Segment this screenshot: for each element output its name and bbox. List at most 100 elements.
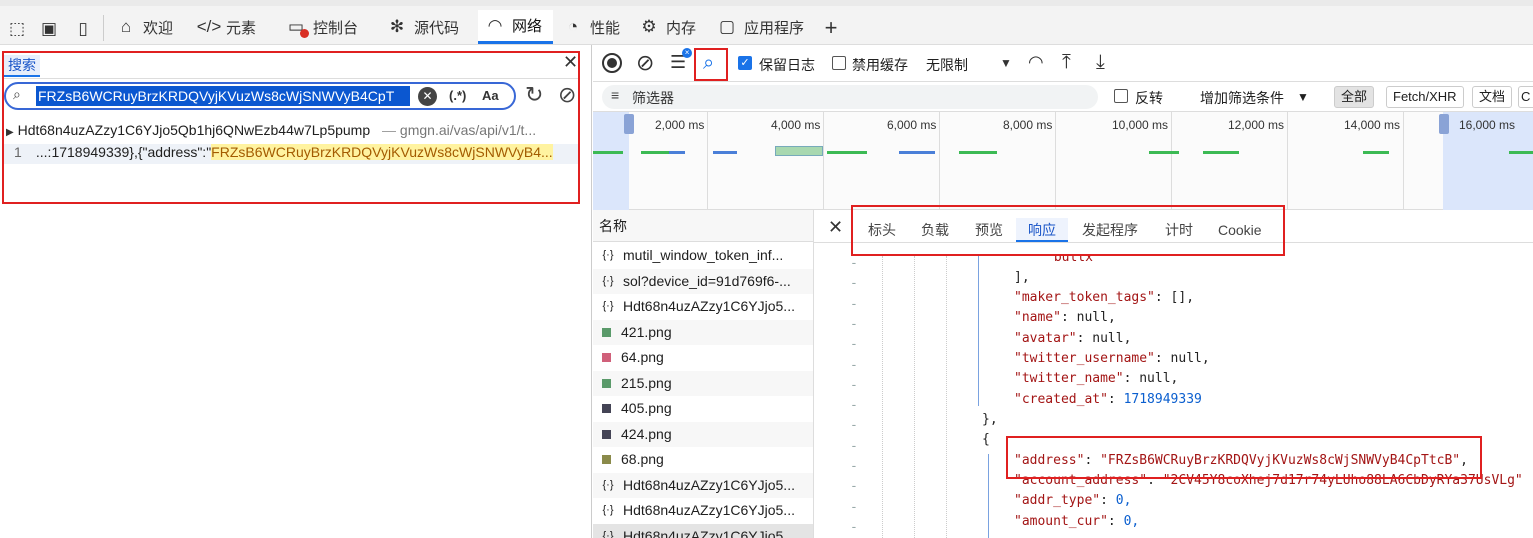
regex-toggle[interactable]: (.*) — [449, 88, 466, 103]
timeline-label: 2,000 ms — [655, 118, 705, 132]
request-row[interactable]: {·} Hdt68n4uzAZzy1C6YJjo5... — [593, 472, 813, 498]
tab-cookie[interactable]: Cookie — [1218, 218, 1262, 242]
tab-preview[interactable]: 预览 — [975, 218, 1003, 242]
type-filter-all[interactable]: 全部 — [1334, 86, 1375, 108]
clear-search-icon[interactable]: ✕ — [418, 87, 437, 106]
request-row[interactable]: 215.png — [593, 370, 813, 396]
timeline-bar — [899, 151, 935, 154]
throttle-select[interactable]: 无限制 — [926, 55, 968, 75]
timeline-handle-right[interactable] — [1439, 114, 1449, 134]
request-row[interactable]: 64.png — [593, 345, 813, 371]
network-overview-timeline[interactable]: 2,000 ms 4,000 ms 6,000 ms 8,000 ms 10,0… — [593, 112, 1533, 210]
clear-results-icon[interactable]: ⊘ — [558, 82, 576, 108]
timeline-handle-left[interactable] — [624, 114, 634, 134]
diff-marker: - — [850, 377, 858, 393]
tab-sources[interactable]: ✻ 源代码 — [386, 10, 459, 44]
disable-cache-checkbox[interactable] — [832, 56, 846, 70]
diff-marker: - — [850, 256, 858, 271]
wifi-icon: ◠ — [487, 15, 503, 35]
network-search-icon[interactable]: ⌕ — [703, 52, 714, 75]
timeline-label: 14,000 ms — [1344, 118, 1401, 132]
image-icon — [602, 378, 611, 388]
close-search-icon[interactable]: ✕ — [563, 52, 578, 73]
type-filter-fetch-xhr[interactable]: Fetch/XHR — [1386, 86, 1464, 108]
tab-response[interactable]: 响应 — [1016, 218, 1068, 242]
preserve-log-checkbox[interactable]: ✓ — [738, 56, 752, 70]
add-tab-icon[interactable]: + — [820, 15, 842, 40]
xhr-icon: {·} — [602, 300, 614, 313]
tab-initiator[interactable]: 发起程序 — [1082, 218, 1138, 242]
device-emulation-icon[interactable]: ▣ — [38, 18, 60, 40]
inspect-icon[interactable]: ⬚ — [6, 18, 28, 40]
import-har-icon[interactable]: ⤒ — [1062, 51, 1071, 74]
json-line: { — [982, 432, 990, 447]
refresh-search-icon[interactable]: ↻ — [525, 82, 543, 108]
diff-marker: - — [850, 296, 858, 312]
timeline-label: 10,000 ms — [1112, 118, 1169, 132]
diff-marker: - — [850, 519, 858, 535]
filter-toggle-icon[interactable]: ☰ × — [670, 48, 693, 73]
more-filters-chevron-icon[interactable]: ▼ — [1297, 90, 1309, 104]
request-row[interactable]: 424.png — [593, 421, 813, 447]
more-filters-dropdown[interactable]: 增加筛选条件 — [1200, 88, 1284, 108]
request-name: 424.png — [621, 425, 672, 442]
filter-icon: ≡ — [611, 87, 620, 103]
json-line: "maker_token_tags": [], — [1014, 290, 1195, 305]
throttle-dropdown-icon[interactable]: ▼ — [1000, 56, 1012, 70]
tab-welcome[interactable]: ⌂ 欢迎 — [115, 10, 173, 44]
type-filter-doc[interactable]: 文档 — [1472, 86, 1513, 108]
request-row[interactable]: {·} Hdt68n4uzAZzy1C6YJjo5... — [593, 523, 813, 538]
filter-input[interactable] — [602, 85, 1098, 109]
name-column-header[interactable]: 名称 — [593, 210, 813, 242]
image-icon — [602, 455, 611, 465]
tab-console[interactable]: ▭ 控制台 — [285, 10, 358, 44]
search-query-text[interactable]: FRZsB6WCRuyBrzKRDQVyjKVuzWs8cWjSNWVyB4Cp… — [36, 86, 410, 106]
panel-splitter[interactable] — [591, 45, 592, 538]
tab-payload[interactable]: 负载 — [921, 218, 949, 242]
tab-elements[interactable]: </> 元素 — [196, 10, 256, 44]
tab-performance[interactable]: ◔ 性能 — [562, 10, 620, 44]
network-conditions-icon[interactable]: ◠ — [1028, 52, 1044, 73]
timeline-bar — [1149, 151, 1179, 154]
search-tab[interactable]: 搜索 — [4, 55, 40, 77]
request-row[interactable]: {·} mutil_window_token_inf... — [593, 243, 813, 269]
request-name: 64.png — [621, 349, 664, 366]
close-details-icon[interactable]: ✕ — [828, 217, 843, 238]
search-result-file[interactable]: ▶ Hdt68n4uzAZzy1C6YJjo5Qb1hj6QNwEzb44w7L… — [6, 122, 576, 138]
clear-log-icon[interactable]: ⊘ — [636, 50, 654, 76]
json-line: ], — [1014, 270, 1030, 285]
timeline-bar — [669, 151, 685, 154]
xhr-icon: {·} — [602, 478, 614, 491]
record-button[interactable] — [602, 53, 622, 73]
request-row[interactable]: 405.png — [593, 396, 813, 422]
diff-marker: - — [850, 357, 858, 373]
json-line: "created_at": 1718949339 — [1014, 392, 1202, 407]
request-row[interactable]: 421.png — [593, 319, 813, 345]
tab-divider — [103, 15, 104, 41]
image-icon — [602, 429, 611, 439]
timeline-label: 4,000 ms — [771, 118, 821, 132]
response-body[interactable]: - - - - - - - - - - - - - - "bullx" ], "maker_token_t… — [814, 256, 1533, 538]
request-row[interactable]: {·} Hdt68n4uzAZzy1C6YJjo5... — [593, 294, 813, 320]
request-row[interactable]: {·} Hdt68n4uzAZzy1C6YJjo5... — [593, 498, 813, 524]
tab-application[interactable]: ▢ 应用程序 — [716, 10, 804, 44]
diff-marker: - — [850, 316, 858, 332]
home-icon: ⌂ — [120, 17, 132, 36]
tab-headers[interactable]: 标头 — [868, 218, 896, 242]
expand-arrow-icon[interactable]: ▶ — [6, 127, 14, 138]
diff-marker: - — [850, 418, 858, 434]
request-row[interactable]: 68.png — [593, 447, 813, 473]
type-filter-more[interactable]: C — [1518, 86, 1533, 108]
diff-marker: - — [850, 438, 858, 454]
export-har-icon[interactable]: ⤓ — [1096, 51, 1105, 74]
tab-timing[interactable]: 计时 — [1165, 218, 1193, 242]
match-case-toggle[interactable]: Aa — [482, 88, 499, 103]
image-icon — [602, 327, 611, 337]
dock-side-icon[interactable]: ▯ — [72, 18, 94, 40]
invert-checkbox[interactable] — [1114, 89, 1128, 103]
tab-memory[interactable]: ⚙ 内存 — [638, 10, 696, 44]
tab-network[interactable]: ◠ 网络 — [478, 10, 553, 44]
request-row[interactable]: {·} sol?device_id=91d769f6-... — [593, 268, 813, 294]
code-icon: </> — [196, 17, 222, 36]
search-result-line[interactable]: 1 ...:1718949339},{"address":"FRZsB6WCRu… — [4, 144, 578, 164]
